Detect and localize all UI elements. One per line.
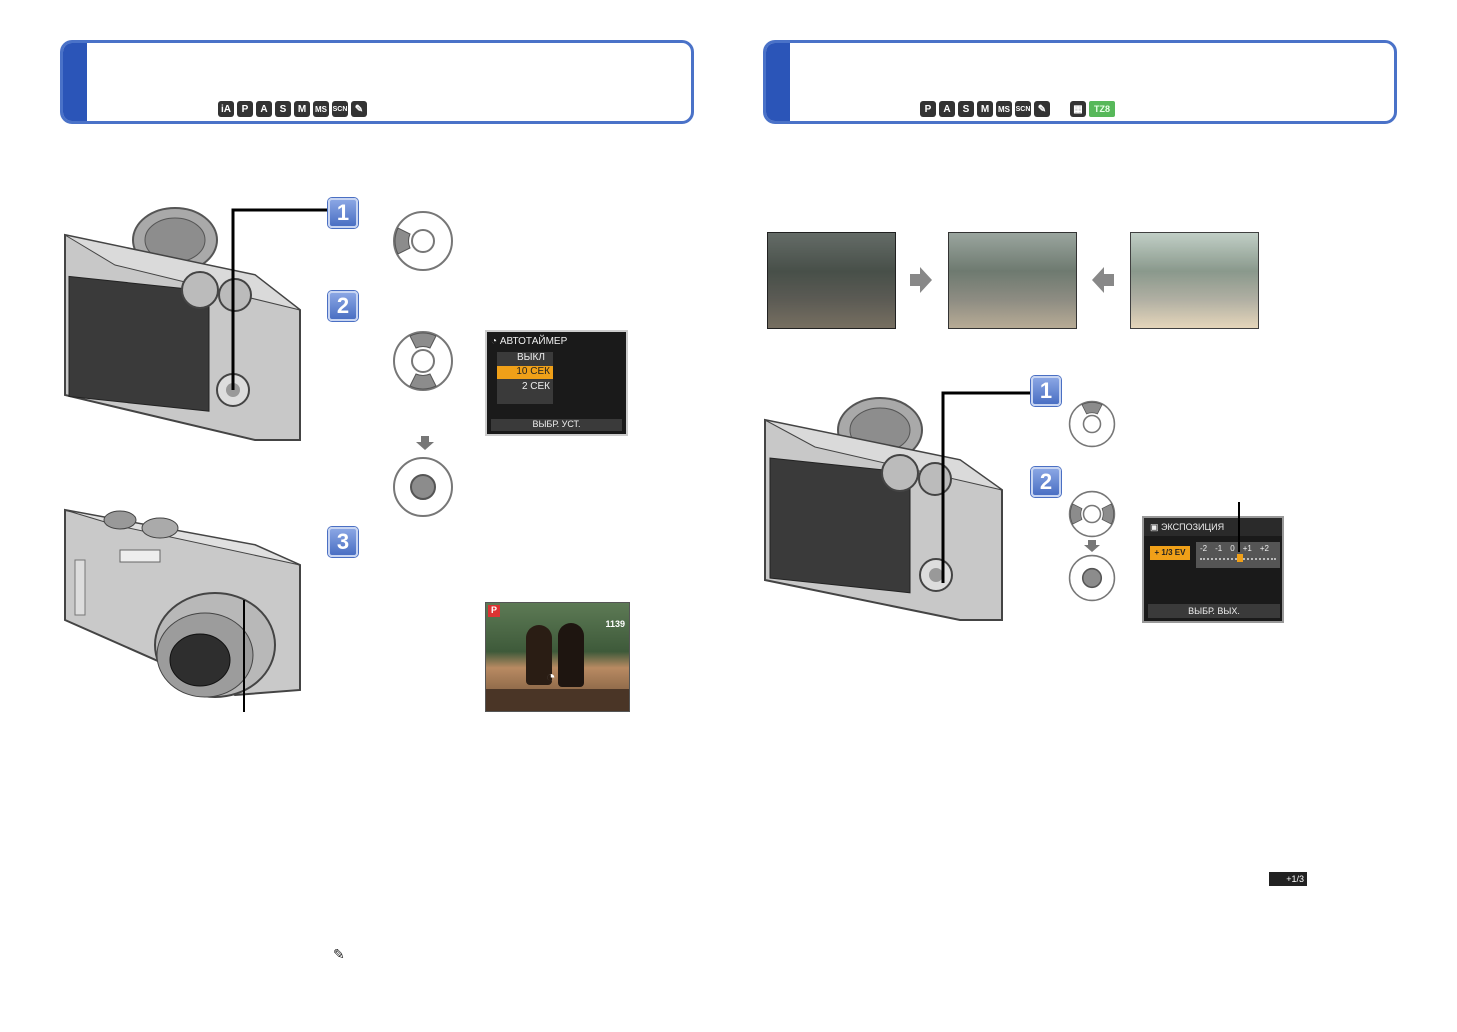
mode-icon-clip: ✎ bbox=[1034, 101, 1050, 117]
self-timer-preview-screen: P 1139 ◔ bbox=[485, 602, 630, 712]
timer-option-2s: 2 СЕК bbox=[521, 381, 550, 392]
down-arrow-icon bbox=[416, 436, 434, 450]
dpad-center-press-right bbox=[1068, 554, 1116, 602]
mode-icon-m: M bbox=[977, 101, 993, 117]
scale-label: -1 bbox=[1215, 544, 1223, 553]
scale-label: +2 bbox=[1259, 544, 1269, 553]
preview-mode-p: P bbox=[488, 605, 500, 617]
left-section-header bbox=[60, 40, 694, 124]
step-3-badge: 3 bbox=[328, 527, 358, 557]
header-tab bbox=[766, 43, 790, 121]
right-mode-icons: P A S M MS SCN ✎ ▦ TZ8 bbox=[920, 101, 1115, 117]
exposure-marker bbox=[1237, 554, 1243, 562]
mode-icon-p: P bbox=[237, 101, 253, 117]
mode-icon-s: S bbox=[958, 101, 974, 117]
timer-menu-title: АВТОТАЙМЕР bbox=[499, 336, 568, 347]
step-2-badge: 2 bbox=[328, 291, 358, 321]
mode-icon-movie: ▦ bbox=[1070, 101, 1086, 117]
model-badge: TZ8 bbox=[1089, 101, 1115, 117]
arrow-left-icon bbox=[1092, 267, 1114, 293]
exposure-menu-footer: ВЫБР. ВЫХ. bbox=[1148, 604, 1280, 618]
step-2-badge-right: 2 bbox=[1031, 467, 1061, 497]
mode-icon-s: S bbox=[275, 101, 291, 117]
dpad-left-press bbox=[393, 211, 453, 271]
exposure-menu-title-row: ▣ ЭКСПОЗИЦИЯ bbox=[1150, 522, 1225, 532]
scale-label: +1 bbox=[1242, 544, 1252, 553]
mode-icon-ms: MS bbox=[313, 101, 329, 117]
exposure-menu-screen: ▣ ЭКСПОЗИЦИЯ + 1/3 EV -2 -1 0 +1 +2 ВЫБР… bbox=[1142, 516, 1284, 623]
exposure-value: + 1/3 EV bbox=[1150, 546, 1190, 560]
mode-icon-m: M bbox=[294, 101, 310, 117]
dpad-center-press bbox=[393, 457, 453, 517]
step-1-badge-right: 1 bbox=[1031, 376, 1061, 406]
photo-normal bbox=[948, 232, 1077, 329]
mode-icon-p: P bbox=[920, 101, 936, 117]
arrow-right-icon bbox=[910, 267, 932, 293]
dpad-up-press bbox=[1068, 400, 1116, 448]
timer-menu-title-row: ◔ АВТОТАЙМЕР bbox=[491, 336, 568, 347]
mode-icon-a: A bbox=[256, 101, 272, 117]
self-timer-menu-screen: ◔ АВТОТАЙМЕР ВЫКЛ 10 СЕК 2 СЕК ВЫБР. УСТ… bbox=[485, 330, 628, 436]
timer-option-10s: 10 СЕК bbox=[497, 366, 553, 379]
mode-icon-clip: ✎ bbox=[351, 101, 367, 117]
step-1-badge: 1 bbox=[328, 198, 358, 228]
left-mode-icons: iA P A S M MS SCN ✎ bbox=[218, 101, 367, 117]
mode-icon-ia: iA bbox=[218, 101, 234, 117]
photo-overexposed bbox=[1130, 232, 1259, 329]
down-arrow-icon bbox=[1084, 540, 1100, 552]
dpad-up-down-press bbox=[393, 331, 453, 391]
clip-icon: ✎ bbox=[333, 946, 345, 962]
photo-underexposed bbox=[767, 232, 896, 329]
mode-icon-ms: MS bbox=[996, 101, 1012, 117]
mode-icon-scn: SCN bbox=[332, 101, 348, 117]
timer-menu-footer: ВЫБР. УСТ. bbox=[491, 419, 622, 431]
camera-front-illustration bbox=[64, 508, 301, 698]
mode-icon-a: A bbox=[939, 101, 955, 117]
scale-label: 0 bbox=[1230, 544, 1235, 553]
exposure-comp-badge: +1/3 bbox=[1269, 872, 1307, 886]
self-timer-lamp-pointer bbox=[243, 600, 245, 712]
preview-shot-count: 1139 bbox=[605, 619, 625, 629]
mode-icon-scn: SCN bbox=[1015, 101, 1031, 117]
callout-line-right bbox=[941, 391, 1030, 583]
timer-option-off: ВЫКЛ bbox=[517, 352, 545, 363]
self-timer-icon: ◔ bbox=[546, 669, 556, 686]
dpad-left-right-press bbox=[1068, 490, 1116, 538]
header-tab bbox=[63, 43, 87, 121]
exposure-menu-title: ЭКСПОЗИЦИЯ bbox=[1161, 522, 1225, 532]
scale-label: -2 bbox=[1200, 544, 1208, 553]
scale-pointer-line bbox=[1238, 502, 1240, 552]
exposure-scale: -2 -1 0 +1 +2 bbox=[1200, 544, 1269, 553]
callout-line bbox=[231, 208, 330, 390]
